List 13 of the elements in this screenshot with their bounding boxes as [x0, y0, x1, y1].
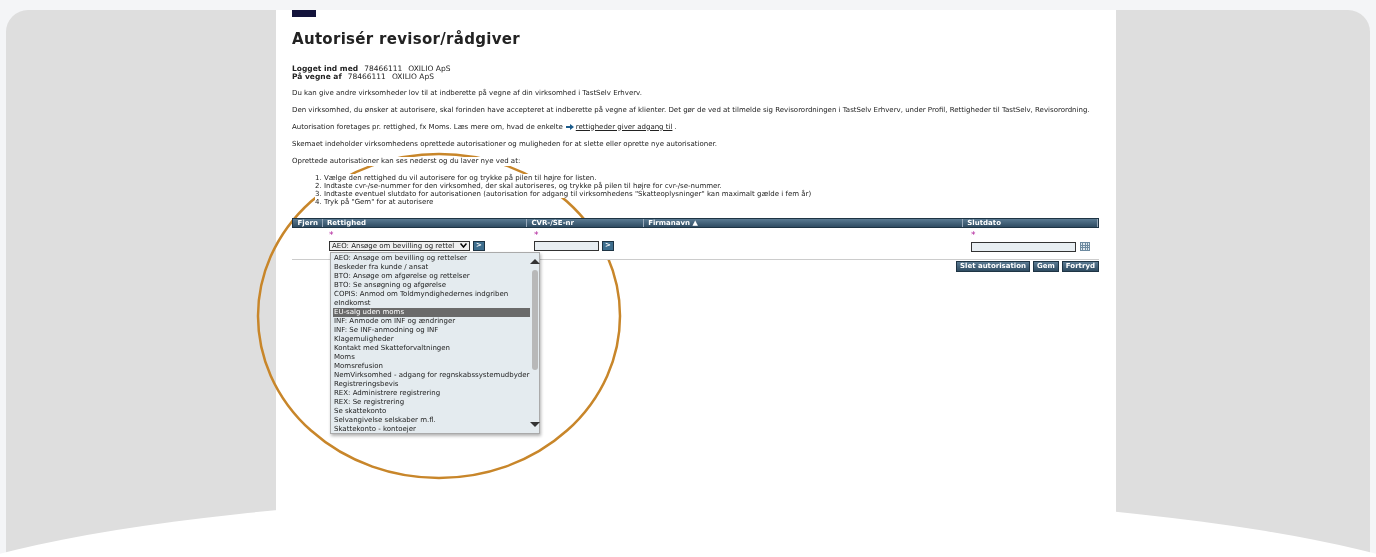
scroll-down-icon[interactable]	[530, 422, 541, 427]
arrow-right-icon	[565, 124, 574, 130]
date-field[interactable]	[971, 241, 1076, 252]
required-mark: *	[534, 230, 540, 240]
scroll-up-icon[interactable]	[530, 259, 541, 264]
required-mark: *	[971, 230, 977, 240]
scrollbar-thumb[interactable]	[532, 270, 539, 370]
page-title: Autorisér revisor/rådgiver	[292, 29, 521, 50]
chevron-down-icon	[460, 243, 467, 248]
logo-block	[292, 10, 316, 17]
required-mark: *	[329, 230, 335, 240]
calendar-icon[interactable]	[1080, 242, 1090, 251]
input-field[interactable]	[534, 240, 599, 251]
